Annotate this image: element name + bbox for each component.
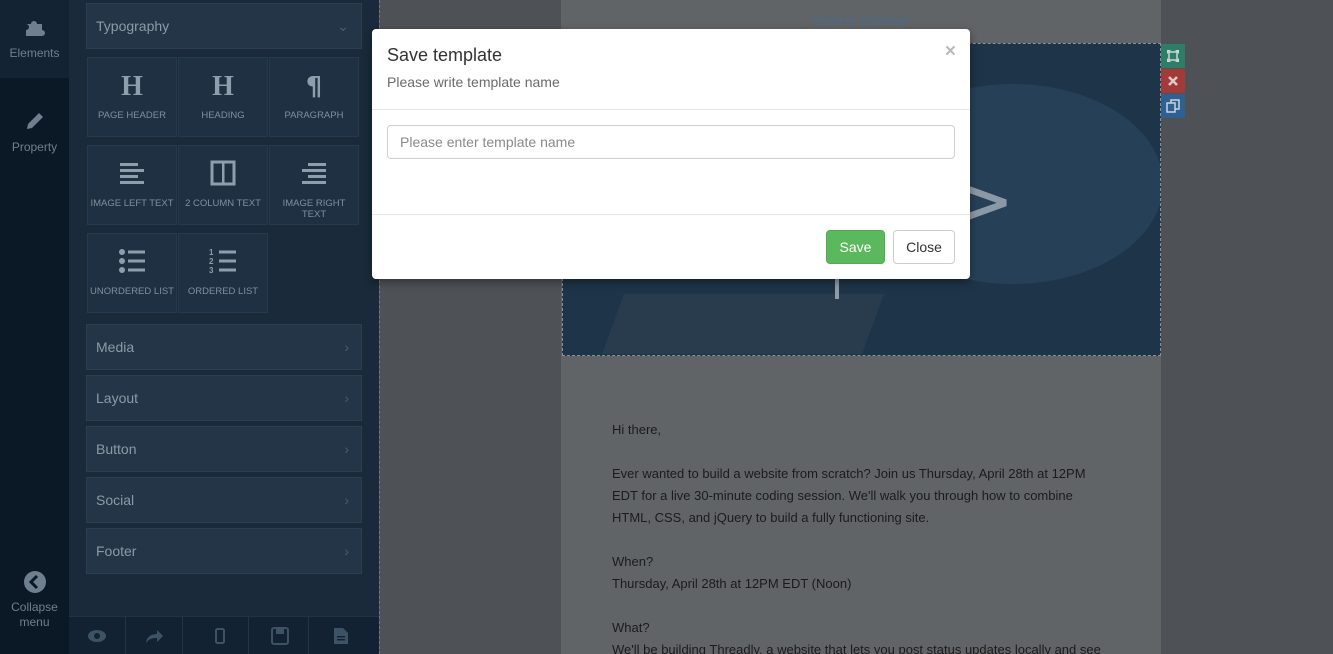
copy-icon: [1166, 99, 1180, 113]
chevron-right-icon: ›: [344, 492, 349, 508]
tile-ordered-list[interactable]: 1 2 3 ORDERED LIST: [178, 233, 268, 313]
section-label: Footer: [96, 543, 137, 559]
tile-image-right-text[interactable]: IMAGE RIGHT TEXT: [269, 145, 359, 225]
section-label: Social: [96, 492, 135, 508]
svg-text:¶: ¶: [306, 72, 323, 100]
section-layout[interactable]: Layout ›: [86, 375, 362, 421]
tile-unordered-list[interactable]: UNORDERED LIST: [87, 233, 177, 313]
section-label: Media: [96, 339, 135, 355]
elements-panel: Typography ⌄ H PAGE HEADER H HEADING ¶ P…: [69, 0, 379, 654]
expand-arrows-icon: [1167, 50, 1179, 62]
rail-elements-label: Elements: [9, 46, 60, 60]
file-icon: [333, 628, 348, 644]
mobile-icon: [215, 628, 225, 644]
circle-chevron-left-icon: [23, 571, 46, 593]
h-icon: H: [212, 71, 234, 100]
email-intro: Ever wanted to build a website from scra…: [612, 466, 1086, 525]
chevron-right-icon: ›: [344, 339, 349, 355]
list-ol-icon: 1 2 3: [209, 248, 236, 275]
tile-label: PAGE HEADER: [98, 110, 166, 121]
email-what-value: We'll be building Threadly, a website th…: [612, 642, 1101, 654]
chevron-down-icon: ⌄: [337, 18, 349, 34]
tile-label: HEADING: [201, 110, 245, 121]
tile-label: ORDERED LIST: [187, 286, 259, 297]
svg-text:1: 1: [209, 248, 214, 257]
section-social[interactable]: Social ›: [86, 477, 362, 523]
load-template-button[interactable]: [312, 617, 369, 654]
svg-text:3: 3: [209, 266, 214, 275]
section-label: Layout: [96, 390, 139, 406]
email-what-label: What?: [612, 620, 650, 635]
rail-property-tab[interactable]: Property: [0, 104, 69, 164]
section-media[interactable]: Media ›: [86, 324, 362, 370]
save-icon: [271, 627, 289, 645]
mobile-preview-button[interactable]: [192, 617, 249, 654]
modal-subtitle: Please write template name: [387, 74, 560, 90]
modal-title: Save template: [387, 45, 503, 65]
template-name-input[interactable]: [387, 125, 955, 159]
close-icon: [1168, 76, 1178, 86]
view-in-browser-link[interactable]: View in browser: [561, 12, 1161, 28]
tile-paragraph[interactable]: ¶ PARAGRAPH: [269, 57, 359, 137]
email-when-label: When?: [612, 554, 654, 569]
tile-label: PARAGRAPH: [284, 110, 344, 121]
share-icon: [146, 630, 163, 643]
save-button[interactable]: Save: [826, 230, 885, 264]
modal-footer-divider: [372, 214, 970, 215]
block-copy-button[interactable]: [1161, 94, 1185, 118]
left-rail: Elements Property Collapse menu: [0, 0, 69, 654]
email-text-block[interactable]: Hi there, Ever wanted to build a website…: [612, 419, 1112, 654]
collapse-label-line2: menu: [19, 615, 50, 629]
modal-close-icon[interactable]: ×: [945, 41, 956, 63]
chevron-right-icon: ›: [344, 543, 349, 559]
svg-text:H: H: [212, 71, 234, 100]
hero-keyboard: [602, 294, 884, 354]
pencil-icon: [26, 113, 43, 129]
email-greeting: Hi there,: [612, 422, 662, 437]
svg-text:2: 2: [209, 257, 214, 266]
eye-icon: [88, 630, 106, 642]
modal-header-divider: [372, 109, 970, 110]
save-template-button[interactable]: [252, 617, 309, 654]
align-right-icon: [302, 163, 326, 184]
email-when-value: Thursday, April 28th at 12PM EDT (Noon): [612, 576, 852, 591]
svg-text:H: H: [121, 71, 143, 100]
tile-heading[interactable]: H HEADING: [178, 57, 268, 137]
tile-label: 2 COLUMN TEXT: [185, 198, 261, 209]
preview-button[interactable]: [69, 617, 126, 654]
chevron-right-icon: ›: [344, 390, 349, 406]
paragraph-icon: ¶: [306, 72, 323, 100]
close-button[interactable]: Close: [893, 230, 955, 264]
section-typography[interactable]: Typography ⌄: [86, 3, 362, 49]
section-footer[interactable]: Footer ›: [86, 528, 362, 574]
h-icon: H: [121, 71, 143, 100]
block-delete-button[interactable]: [1161, 69, 1185, 93]
columns-icon: [210, 160, 236, 186]
save-template-modal: Save template Please write template name…: [372, 29, 970, 279]
tile-label: IMAGE LEFT TEXT: [90, 198, 174, 209]
rail-elements-tab[interactable]: Elements: [0, 0, 69, 78]
tile-label: IMAGE RIGHT TEXT: [282, 198, 346, 220]
collapse-menu-button[interactable]: Collapse menu: [0, 570, 69, 634]
collapse-label-line1: Collapse: [11, 600, 58, 614]
rail-property-label: Property: [11, 140, 58, 154]
section-button[interactable]: Button ›: [86, 426, 362, 472]
tile-image-left-text[interactable]: IMAGE LEFT TEXT: [87, 145, 177, 225]
bottom-toolbar: [69, 616, 379, 654]
tile-label: UNORDERED LIST: [90, 286, 174, 297]
block-move-button[interactable]: [1161, 44, 1185, 68]
list-ul-icon: [119, 249, 145, 273]
tile-2-column-text[interactable]: 2 COLUMN TEXT: [178, 145, 268, 225]
chevron-right-icon: ›: [344, 441, 349, 457]
puzzle-icon: [25, 21, 45, 36]
section-typography-label: Typography: [96, 18, 170, 34]
tile-page-header[interactable]: H PAGE HEADER: [87, 57, 177, 137]
export-button[interactable]: [126, 617, 183, 654]
section-label: Button: [96, 441, 137, 457]
align-left-icon: [120, 163, 144, 184]
